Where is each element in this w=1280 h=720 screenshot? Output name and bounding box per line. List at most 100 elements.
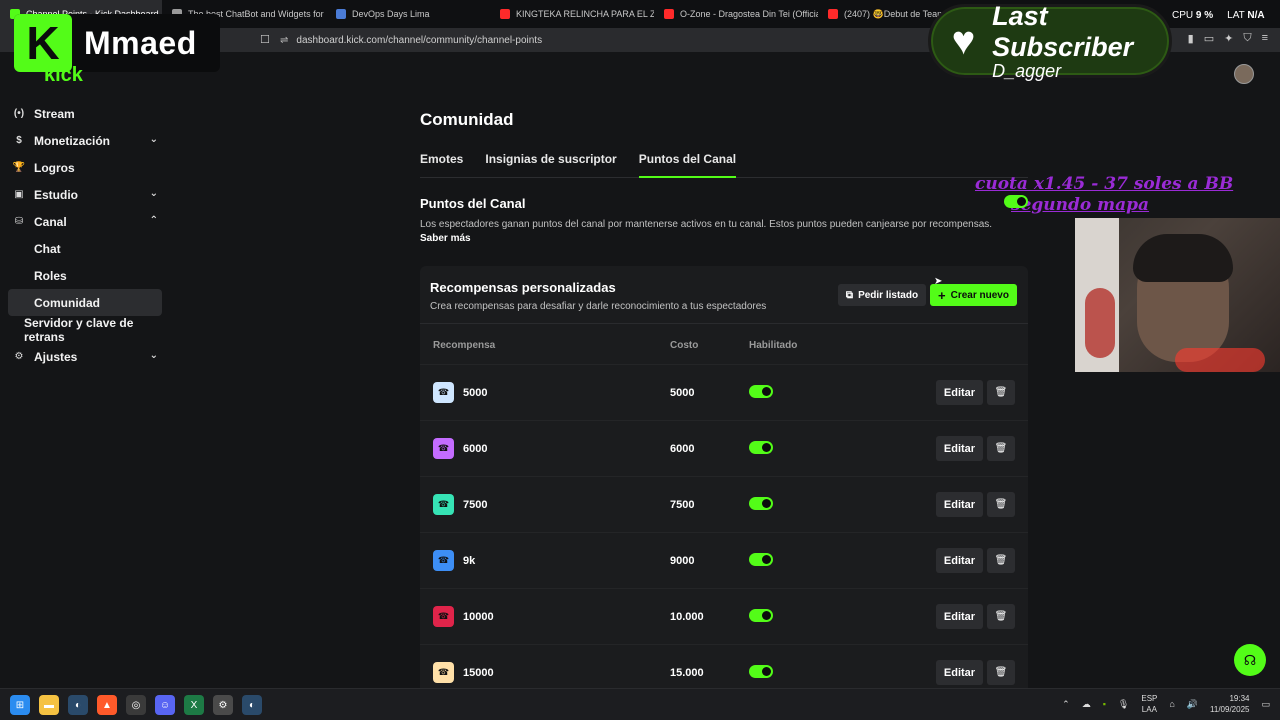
steam2-icon[interactable]: ◐ xyxy=(242,695,262,715)
tab-subscriber-badges[interactable]: Insignias de suscriptor xyxy=(485,152,616,178)
edit-button[interactable]: Editar xyxy=(936,604,983,629)
reward-name: 9k xyxy=(463,555,476,567)
tab-channel-points[interactable]: Puntos del Canal xyxy=(638,152,737,178)
reward-cost: 15.000 xyxy=(670,667,704,679)
sidebar-item-chat[interactable]: Chat xyxy=(0,235,170,262)
menu-icon[interactable]: ≡ xyxy=(1262,32,1268,45)
language-code: ESP xyxy=(1141,694,1158,703)
enabled-toggle[interactable] xyxy=(749,497,773,510)
overlay-line-1: cuota x1.45 - 37 soles a BB xyxy=(975,174,1234,194)
steam-icon[interactable]: ◐ xyxy=(68,695,88,715)
delete-button[interactable]: 🗑 xyxy=(987,604,1015,629)
network-icon[interactable]: ⌂ xyxy=(1169,699,1174,709)
microphone-icon[interactable]: 🎙 xyxy=(1118,699,1129,710)
broadcast-icon: (•) xyxy=(13,108,25,119)
sidebar-item-stream[interactable]: (•) Stream xyxy=(0,100,170,127)
sidebar-item-community[interactable]: Comunidad xyxy=(8,289,162,316)
delete-button[interactable]: 🗑 xyxy=(987,436,1015,461)
support-chat-button[interactable]: ☊ xyxy=(1234,644,1266,676)
clock[interactable]: 19:34 11/09/2025 xyxy=(1210,693,1249,715)
community-tabs: Emotes Insignias de suscriptor Puntos de… xyxy=(420,152,1028,178)
folder-icon[interactable]: ▬ xyxy=(39,695,59,715)
browser-tab[interactable]: DevOps Days Lima xyxy=(326,0,490,28)
bookmark-icon[interactable]: ☐ xyxy=(260,33,270,46)
shield-icon[interactable]: ⛉ xyxy=(1243,32,1251,45)
excel-icon[interactable]: X xyxy=(184,695,204,715)
request-list-button[interactable]: ⧉ Pedir listado xyxy=(838,284,926,306)
delete-button[interactable]: 🗑 xyxy=(987,380,1015,405)
trash-icon: 🗑 xyxy=(994,443,1008,454)
chevron-up-icon[interactable]: ⌃ xyxy=(1062,699,1070,710)
table-row: ☎ 5000 5000 Editar 🗑 xyxy=(420,364,1028,420)
chevron-down-icon: ⌄ xyxy=(149,188,158,199)
section-title: Puntos del Canal xyxy=(420,196,526,211)
heart-icon: ♥ xyxy=(951,18,976,63)
browser-tab[interactable]: KINGTEKA RELINCHA PARA EL ZEEIN xyxy=(490,0,654,28)
plus-icon: + xyxy=(938,287,946,303)
delete-button[interactable]: 🗑 xyxy=(987,660,1015,685)
nvidia-icon[interactable]: ▪ xyxy=(1103,699,1106,709)
reward-name: 10000 xyxy=(463,611,494,623)
edit-button[interactable]: Editar xyxy=(936,436,983,461)
browser-tab[interactable]: O-Zone - Dragostea Din Tei (Official xyxy=(654,0,818,28)
cloud-icon[interactable]: ☁ xyxy=(1082,699,1091,710)
sidebar-item-stream-key[interactable]: Servidor y clave de retrans xyxy=(0,316,170,344)
learn-more-link[interactable]: Saber más xyxy=(420,233,1028,244)
enabled-toggle[interactable] xyxy=(749,553,773,566)
sidebar-item-achievements[interactable]: 🏆 Logros xyxy=(0,154,170,181)
last-subscriber-name: D_agger xyxy=(992,60,1062,81)
enabled-toggle[interactable] xyxy=(749,665,773,678)
trash-icon: 🗑 xyxy=(994,555,1008,566)
chevron-down-icon: ⌄ xyxy=(149,134,158,145)
volume-icon[interactable]: 🔊 xyxy=(1187,699,1198,710)
enabled-toggle[interactable] xyxy=(749,441,773,454)
last-subscriber-title: Last Subscriber xyxy=(992,0,1134,62)
reward-name: 6000 xyxy=(463,443,488,455)
ai-icon[interactable]: ✦ xyxy=(1224,32,1233,45)
edit-button[interactable]: Editar xyxy=(936,380,983,405)
notifications-icon[interactable]: ▭ xyxy=(1261,699,1270,710)
sidebar: (•) Stream $ Monetización ⌄ 🏆 Logros ▣ E… xyxy=(0,100,170,370)
sidebar-toggle-icon[interactable]: ▮ xyxy=(1188,32,1194,45)
brave-icon[interactable]: ▲ xyxy=(97,695,117,715)
clock-time: 19:34 xyxy=(1229,694,1250,703)
create-new-button[interactable]: + Crear nuevo xyxy=(930,284,1017,306)
sidebar-item-studio[interactable]: ▣ Estudio ⌄ xyxy=(0,181,170,208)
webcam-feed xyxy=(1075,218,1280,372)
url-field[interactable]: ⇌ dashboard.kick.com/channel/community/c… xyxy=(280,30,920,50)
edit-button[interactable]: Editar xyxy=(936,548,983,573)
site-settings-icon[interactable]: ⇌ xyxy=(280,35,288,46)
edit-button[interactable]: Editar xyxy=(936,492,983,517)
table-row: ☎ 10000 10.000 Editar 🗑 xyxy=(420,588,1028,644)
table-row: ☎ 9k 9000 Editar 🗑 xyxy=(420,532,1028,588)
wallet-icon[interactable]: ▭ xyxy=(1204,32,1214,45)
sidebar-item-channel[interactable]: ⛁ Canal ⌃ xyxy=(0,208,170,235)
windows-icon[interactable]: ⊞ xyxy=(10,695,30,715)
enabled-toggle[interactable] xyxy=(749,385,773,398)
rewards-table-body: ☎ 5000 5000 Editar 🗑 ☎ 6000 6000 Editar 🗑 ☎ 7500 750… xyxy=(420,364,1028,696)
reward-name: 5000 xyxy=(463,387,488,399)
language-indicator[interactable]: ESP LAA xyxy=(1141,693,1157,715)
kick-wordmark: kick xyxy=(44,64,83,86)
url-text: dashboard.kick.com/channel/community/cha… xyxy=(296,34,543,46)
sidebar-item-roles[interactable]: Roles xyxy=(0,262,170,289)
edit-button[interactable]: Editar xyxy=(936,660,983,685)
delete-button[interactable]: 🗑 xyxy=(987,492,1015,517)
settings-icon[interactable]: ⚙ xyxy=(213,695,233,715)
discord-icon[interactable]: ☺ xyxy=(155,695,175,715)
obs-icon[interactable]: ◎ xyxy=(126,695,146,715)
sidebar-item-settings[interactable]: ⚙ Ajustes ⌄ xyxy=(0,343,170,370)
reward-icon: ☎ xyxy=(433,606,454,627)
headset-icon: ☊ xyxy=(1243,651,1257,668)
column-reward: Recompensa xyxy=(433,340,496,351)
user-avatar[interactable] xyxy=(1234,64,1254,84)
reward-name: 7500 xyxy=(463,499,488,511)
cpu-label: CPU xyxy=(1172,10,1194,21)
tab-emotes[interactable]: Emotes xyxy=(420,152,463,178)
sidebar-item-monetization[interactable]: $ Monetización ⌄ xyxy=(0,127,170,154)
delete-button[interactable]: 🗑 xyxy=(987,548,1015,573)
enabled-toggle[interactable] xyxy=(749,609,773,622)
channel-points-toggle[interactable] xyxy=(1004,195,1028,208)
tab-label: O-Zone - Dragostea Din Tei (Official xyxy=(680,9,818,19)
reward-icon: ☎ xyxy=(433,382,454,403)
